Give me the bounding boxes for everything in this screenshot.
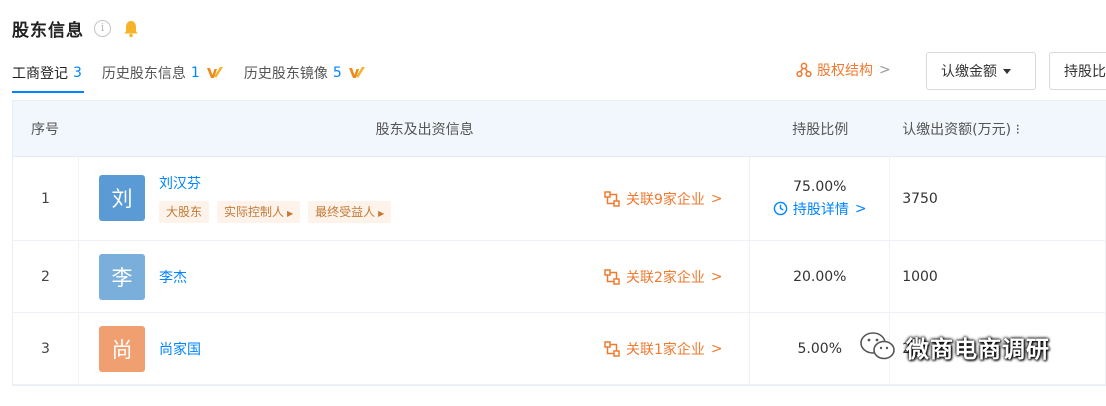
tab-label: 历史股东信息 [101, 66, 186, 82]
subscribed-amount-dropdown[interactable]: 认缴金额 [926, 52, 1036, 90]
tag-major-shareholder: 大股东 [158, 201, 209, 223]
tab-count: 3 [73, 65, 82, 81]
link-icon [604, 191, 620, 207]
info-icon[interactable]: i [94, 20, 111, 37]
share-ratio-cell: 20.00% [750, 241, 891, 312]
link-icon [604, 269, 620, 285]
avatar: 李 [98, 254, 145, 300]
shareholder-info-cell: 尚 尚家国 关联1家企业 > [79, 313, 751, 384]
associated-companies-link[interactable]: 关联9家企业 > [604, 189, 723, 209]
tab-bar: 工商登记 3 历史股东信息 1 历史股东镜像 5 [12, 62, 386, 93]
chevron-right-icon: > [854, 200, 867, 217]
table-row: 1 刘 刘汉芬 大股东 实际控制人 ▶ 最终受益人 ▶ 关联9家企业 > 75.00… [13, 157, 1106, 241]
associated-companies-label: 关联1家企业 [625, 342, 705, 358]
tab-business-registration[interactable]: 工商登记 3 [12, 62, 84, 93]
watermark-text: 微商电商调研 [906, 337, 1050, 363]
tab-label: 历史股东镜像 [243, 66, 328, 82]
section-title: 股东信息 [12, 21, 84, 41]
share-ratio: 20.00% [793, 268, 847, 285]
row-index: 1 [13, 157, 79, 240]
associated-companies-label: 关联2家企业 [625, 270, 705, 286]
button-label: 持股比 [1064, 64, 1106, 80]
associated-companies-link[interactable]: 关联1家企业 > [604, 339, 723, 359]
vip-icon [348, 66, 366, 80]
share-ratio: 5.00% [797, 340, 842, 357]
table-row: 2 李 李杰 关联2家企业 > 20.00% 1000 [13, 241, 1106, 313]
equity-structure-label: 股权结构 [817, 63, 873, 79]
table-header: 序号 股东及出资信息 持股比例 认缴出资额(万元) ⁝ [13, 101, 1106, 157]
header-subscribed-amount[interactable]: 认缴出资额(万元) ⁝ [890, 119, 1106, 139]
share-ratio-cell: 75.00% 持股详情 > [750, 157, 891, 240]
tab-count: 1 [190, 65, 200, 81]
chevron-right-icon: > [710, 341, 723, 357]
vip-icon [206, 66, 224, 80]
shareholder-name[interactable]: 李杰 [159, 267, 187, 287]
header: 股东信息 i 工商登记 3 历史股东信息 1 历史股东镜像 5 股权结构 > 认… [0, 0, 1106, 100]
equity-structure-link[interactable]: 股权结构 > [796, 60, 891, 80]
subscribed-amount: 1000 [890, 241, 1106, 312]
header-index: 序号 [31, 121, 59, 138]
tab-history-shareholders[interactable]: 历史股东信息 1 [102, 62, 224, 84]
share-ratio: 75.00% [793, 178, 847, 195]
header-share-ratio[interactable]: 持股比例 [750, 119, 890, 139]
associated-companies-label: 关联9家企业 [625, 192, 705, 208]
caret-down-icon [1003, 68, 1011, 74]
tag-actual-controller[interactable]: 实际控制人 ▶ [216, 201, 301, 223]
dropdown-label: 认缴金额 [941, 64, 997, 80]
associated-companies-link[interactable]: 关联2家企业 > [604, 267, 723, 287]
chevron-right-icon: > [710, 269, 723, 285]
avatar: 尚 [98, 326, 145, 372]
shareholder-info-cell: 李 李杰 关联2家企业 > [79, 241, 751, 312]
avatar: 刘 [98, 175, 145, 221]
header-shareholder-info: 股东及出资信息 [375, 121, 474, 138]
row-index: 3 [13, 313, 79, 384]
row-index: 2 [13, 241, 79, 312]
share-ratio-button[interactable]: 持股比 [1049, 52, 1106, 90]
tab-count: 5 [332, 65, 342, 81]
watermark: 微商电商调研 [858, 330, 1050, 364]
link-icon [604, 341, 620, 357]
shareholder-info-cell: 刘 刘汉芬 大股东 实际控制人 ▶ 最终受益人 ▶ 关联9家企业 > [79, 157, 751, 240]
tag-ultimate-beneficiary[interactable]: 最终受益人 ▶ [308, 201, 392, 223]
chevron-right-icon: > [710, 191, 723, 207]
shareholder-name[interactable]: 刘汉芬 [159, 173, 201, 193]
equity-structure-icon [796, 62, 812, 78]
tag-list: 大股东 实际控制人 ▶ 最终受益人 ▶ [158, 201, 399, 223]
tab-history-mirror[interactable]: 历史股东镜像 5 [244, 62, 366, 84]
wechat-icon [860, 332, 895, 360]
holding-details-label: 持股详情 [792, 201, 849, 218]
tab-label: 工商登记 [12, 66, 68, 82]
shareholder-name[interactable]: 尚家国 [159, 339, 201, 359]
holding-details-link[interactable]: 持股详情 > [773, 199, 867, 219]
subscribed-amount: 3750 [890, 157, 1106, 240]
bell-icon[interactable] [123, 20, 139, 38]
section-title-row: 股东信息 i [12, 16, 139, 41]
chevron-right-icon: > [879, 62, 891, 78]
clock-icon [773, 201, 788, 216]
